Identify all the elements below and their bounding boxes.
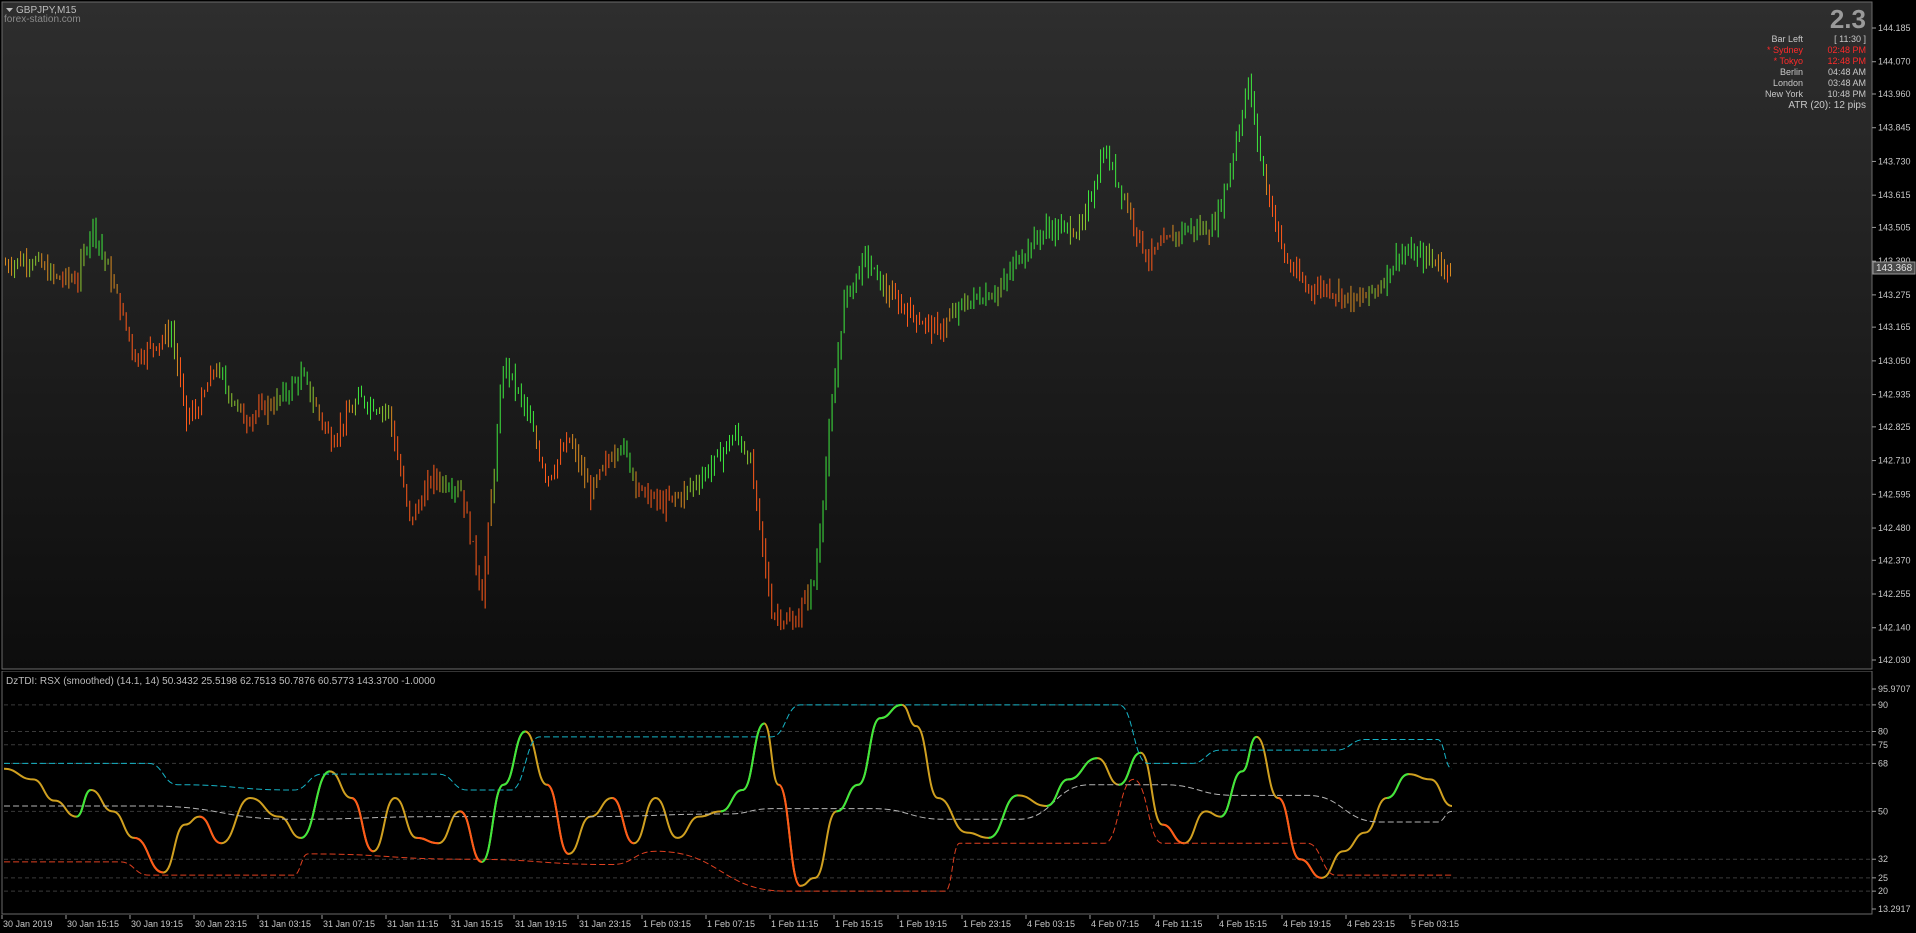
price-tick-label: 143.730	[1878, 156, 1911, 166]
time-tick-label: 4 Feb 03:15	[1027, 919, 1075, 929]
spread-value: 2.3	[1830, 4, 1866, 34]
price-tick-label: 143.505	[1878, 222, 1911, 232]
clock-value: [ 11:30 ]	[1834, 34, 1866, 44]
indicator-chart[interactable]: 95.9707 90 80 75 68 50 32 25 20 13.2917 DzTDI: RS…	[0, 671, 1916, 915]
indicator-tick-label: 95.9707	[1878, 684, 1911, 694]
indicator-title: DzTDI: RSX (smoothed) (14.1, 14) 50.3432…	[6, 676, 436, 687]
time-tick-label: 4 Feb 11:15	[1155, 919, 1202, 929]
clock-label: Bar Left	[1771, 34, 1803, 44]
time-tick-label: 1 Feb 03:15	[643, 919, 691, 929]
clock-label: New York	[1765, 89, 1804, 99]
indicator-tick-label: 80	[1878, 726, 1888, 736]
time-tick-label: 30 Jan 15:15	[67, 919, 119, 929]
price-axis: 144.185 144.070 143.960 143.845 143.730 143.6…	[1872, 23, 1911, 665]
time-tick-label: 30 Jan 2019	[3, 919, 53, 929]
time-tick-label: 4 Feb 15:15	[1219, 919, 1267, 929]
price-tick-label: 142.825	[1878, 422, 1911, 432]
time-tick-label: 4 Feb 19:15	[1283, 919, 1331, 929]
time-axis: 30 Jan 2019 30 Jan 15:15 30 Jan 19:15 30 Ja…	[0, 915, 1916, 933]
indicator-tick-label: 13.2917	[1878, 904, 1911, 914]
time-axis-svg: 30 Jan 2019 30 Jan 15:15 30 Jan 19:15 30 Ja…	[1, 915, 1459, 929]
price-tick-label: 144.185	[1878, 23, 1911, 33]
indicator-tick-label: 25	[1878, 873, 1888, 883]
clock-value: 03:48 AM	[1828, 78, 1866, 88]
clock-value: 04:48 AM	[1828, 67, 1866, 77]
atr-label: ATR (20): 12 pips	[1788, 100, 1866, 111]
chart-background	[1, 1, 1873, 670]
time-tick-label: 31 Jan 23:15	[579, 919, 631, 929]
clock-label: * Tokyo	[1774, 56, 1803, 66]
indicator-tick-label: 50	[1878, 806, 1888, 816]
watermark: forex-station.com	[4, 14, 81, 25]
time-tick-label: 1 Feb 19:15	[899, 919, 947, 929]
clock-value: 02:48 PM	[1827, 45, 1866, 55]
price-tick-label: 142.030	[1878, 655, 1911, 665]
time-tick-label: 31 Jan 15:15	[451, 919, 503, 929]
current-price-label: 143.368	[1876, 263, 1913, 274]
price-chart[interactable]: 144.185 144.070 143.960 143.845 143.730 143.6…	[0, 0, 1916, 671]
time-tick-label: 4 Feb 23:15	[1347, 919, 1395, 929]
price-tick-label: 143.165	[1878, 322, 1911, 332]
price-tick-label: 142.255	[1878, 589, 1911, 599]
price-tick-label: 142.710	[1878, 456, 1911, 466]
clock-value: 10:48 PM	[1827, 89, 1866, 99]
time-tick-label: 5 Feb 03:15	[1411, 919, 1459, 929]
price-tick-label: 143.275	[1878, 290, 1911, 300]
clock-label: Berlin	[1780, 67, 1803, 77]
indicator-tick-label: 75	[1878, 740, 1888, 750]
time-tick-label: 1 Feb 07:15	[707, 919, 755, 929]
price-tick-label: 143.960	[1878, 89, 1911, 99]
time-tick-label: 1 Feb 23:15	[963, 919, 1011, 929]
time-tick-label: 31 Jan 11:15	[387, 919, 438, 929]
clock-value: 12:48 PM	[1827, 56, 1866, 66]
time-tick-label: 31 Jan 19:15	[515, 919, 567, 929]
price-tick-label: 143.845	[1878, 123, 1911, 133]
time-tick-label: 31 Jan 03:15	[259, 919, 311, 929]
price-tick-label: 142.370	[1878, 555, 1911, 565]
time-tick-label: 30 Jan 19:15	[131, 919, 183, 929]
indicator-tick-label: 68	[1878, 758, 1888, 768]
price-tick-label: 142.480	[1878, 523, 1911, 533]
clock-label: London	[1773, 78, 1803, 88]
time-tick-label: 4 Feb 07:15	[1091, 919, 1139, 929]
time-tick-label: 1 Feb 11:15	[771, 919, 818, 929]
indicator-panel[interactable]: 95.9707 90 80 75 68 50 32 25 20 13.2917 DzTDI: RS…	[0, 671, 1916, 915]
clock-label: * Sydney	[1767, 45, 1804, 55]
time-tick-label: 31 Jan 07:15	[323, 919, 375, 929]
time-tick-label: 1 Feb 15:15	[835, 919, 883, 929]
price-tick-label: 143.615	[1878, 190, 1911, 200]
indicator-tick-label: 32	[1878, 854, 1888, 864]
time-tick-label: 30 Jan 23:15	[195, 919, 247, 929]
indicator-tick-label: 90	[1878, 700, 1888, 710]
price-tick-label: 143.050	[1878, 356, 1911, 366]
price-tick-label: 142.595	[1878, 489, 1911, 499]
price-chart-panel[interactable]: 144.185 144.070 143.960 143.845 143.730 143.6…	[0, 0, 1916, 671]
price-tick-label: 142.935	[1878, 390, 1911, 400]
price-tick-label: 144.070	[1878, 57, 1911, 67]
indicator-axis: 95.9707 90 80 75 68 50 32 25 20 13.2917	[1872, 684, 1911, 914]
indicator-tick-label: 20	[1878, 886, 1888, 896]
price-tick-label: 142.140	[1878, 623, 1911, 633]
